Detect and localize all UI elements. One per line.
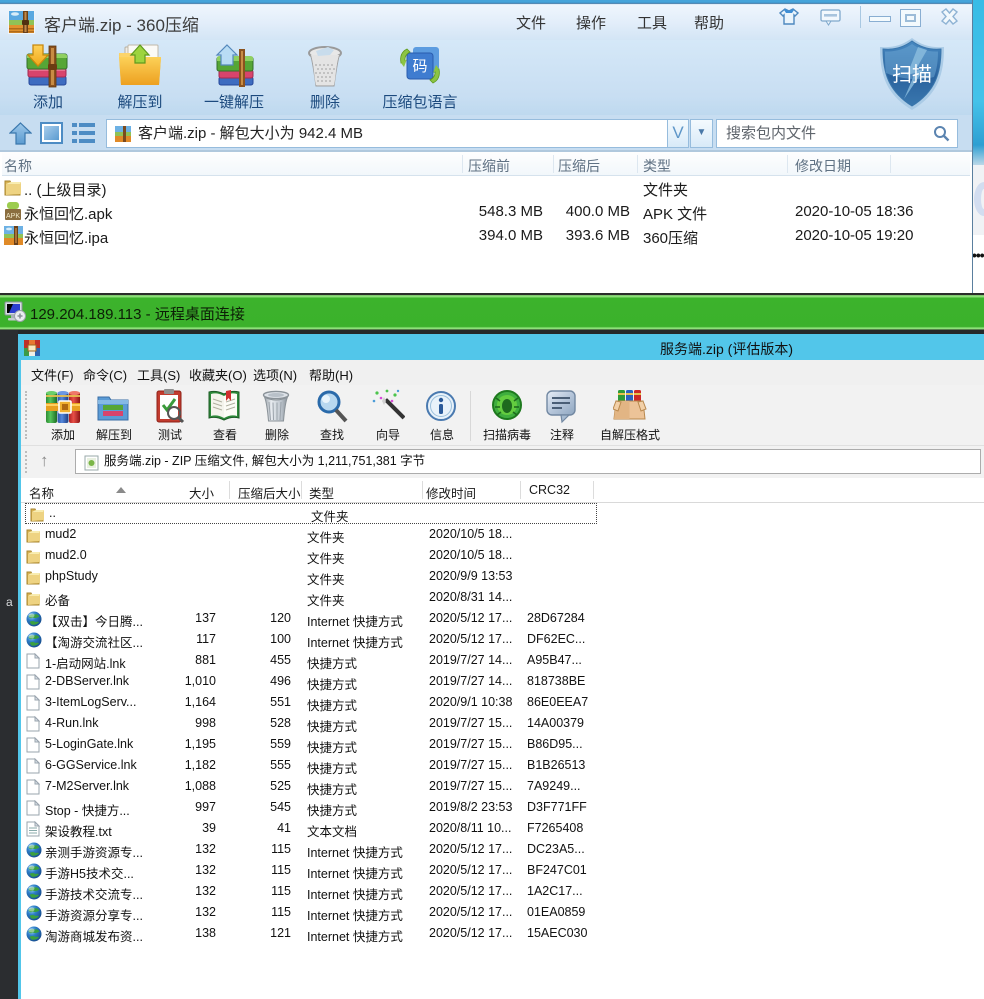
svg-text:APK: APK (6, 213, 20, 220)
svg-text:码: 码 (412, 58, 427, 75)
svg-text:扫描: 扫描 (892, 63, 932, 86)
